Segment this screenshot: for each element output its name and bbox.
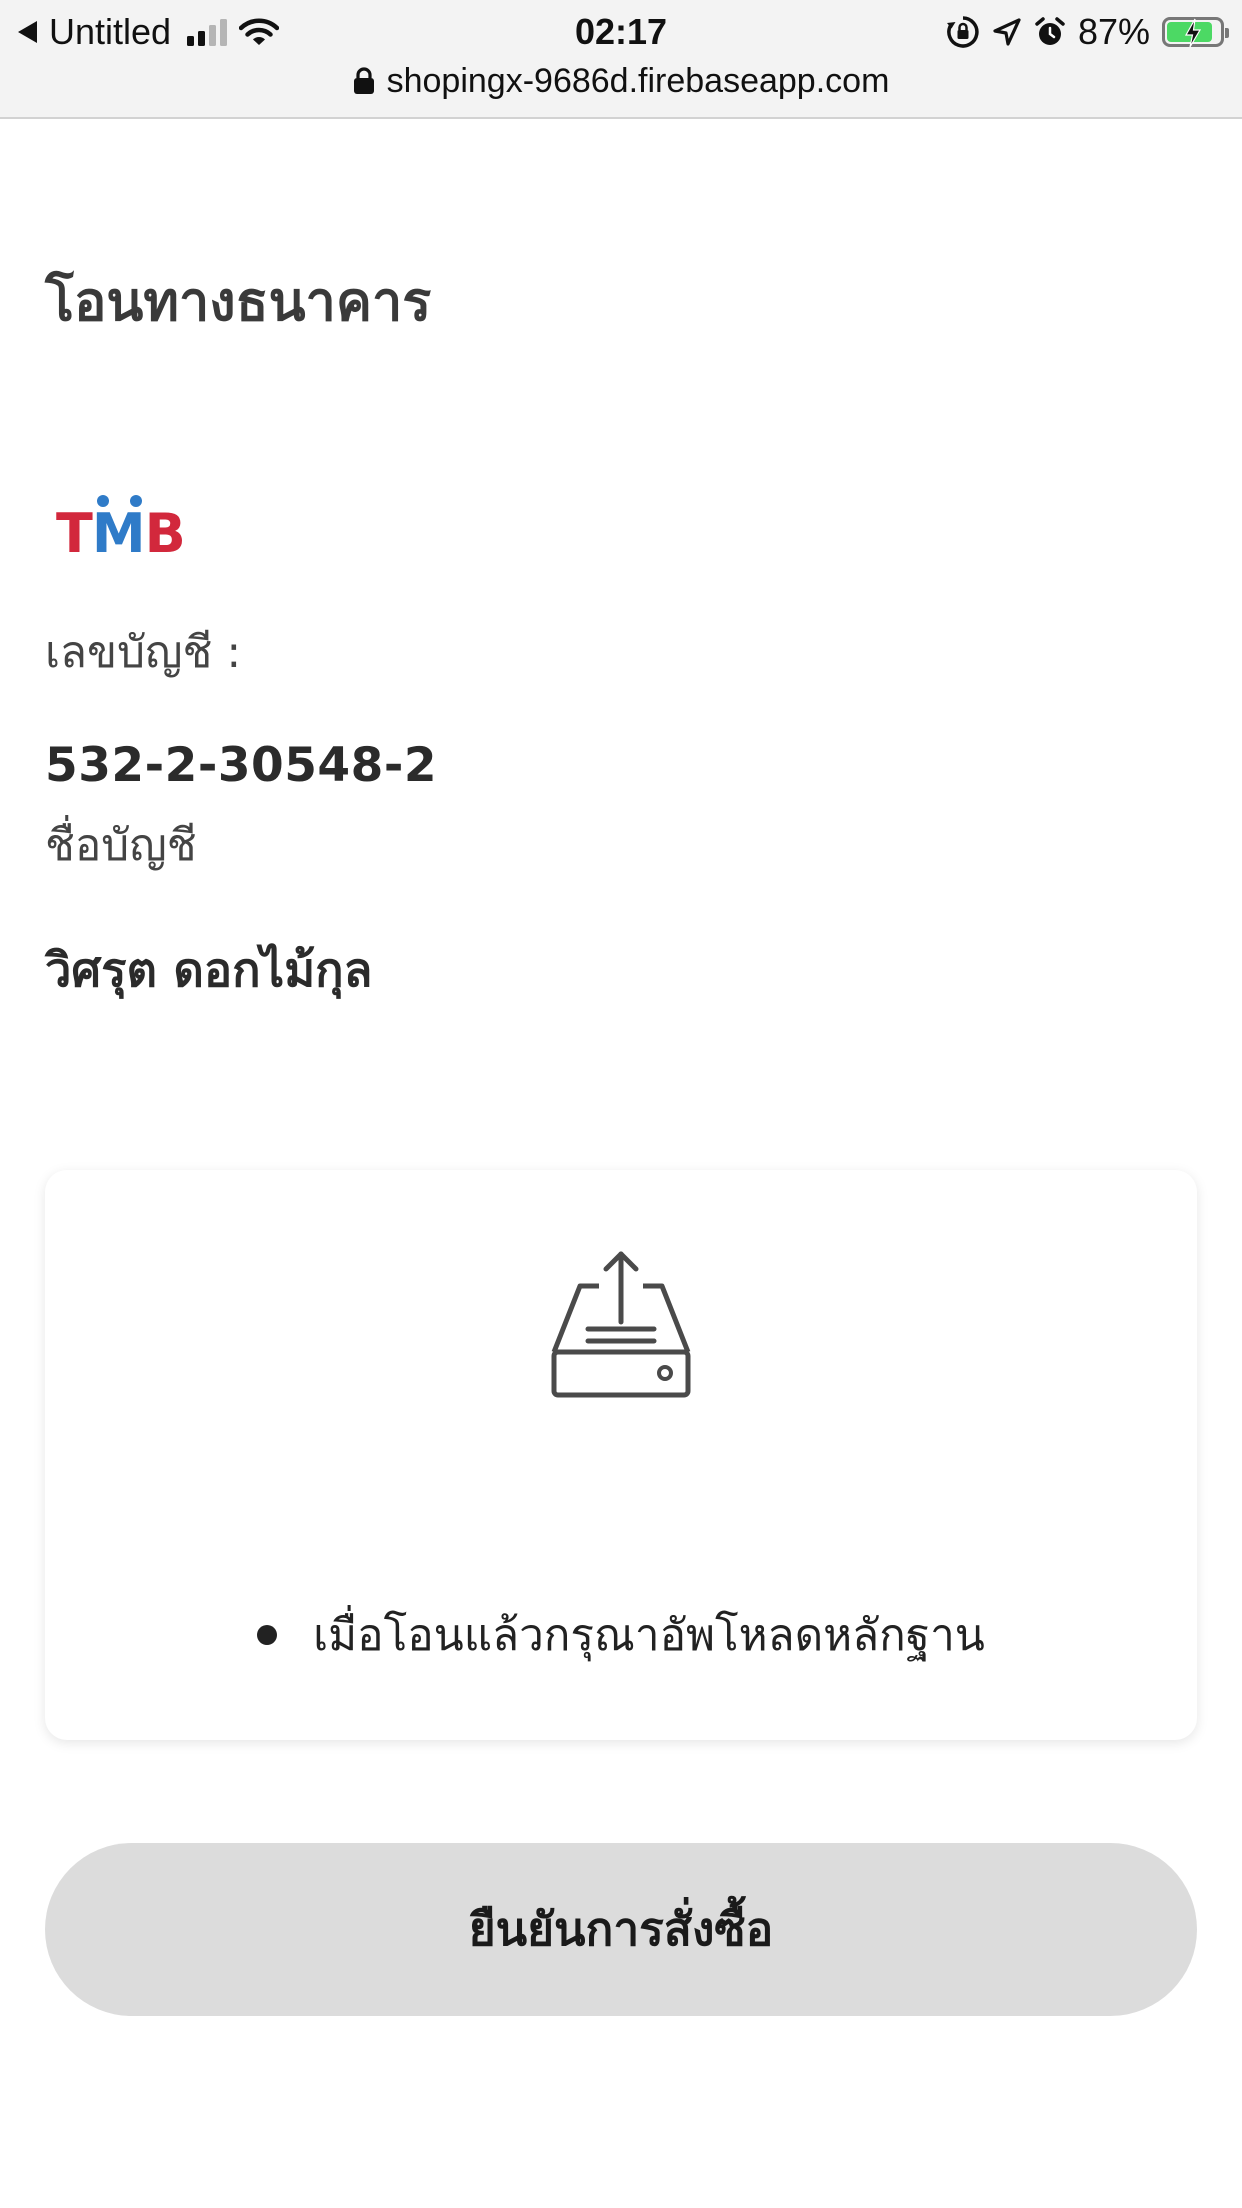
page-title: โอนทางธนาคาร: [45, 270, 432, 333]
upload-proof-dropzone[interactable]: เมื่อโอนแล้วกรุณาอัพโหลดหลักฐาน: [45, 1170, 1197, 1740]
bank-logo-text: TMB: [56, 502, 185, 558]
page-url[interactable]: shopingx-9686d.firebaseapp.com: [387, 62, 890, 101]
status-right: 87%: [946, 8, 1229, 56]
bullet-icon: [257, 1625, 278, 1645]
battery-percentage: 87%: [1077, 11, 1150, 52]
account-name: วิศรุต ดอกไม้กุล: [45, 943, 373, 998]
tmb-bank-logo: TMB: [56, 495, 186, 558]
lock-icon: [353, 67, 374, 94]
upload-tray-icon: [551, 1251, 691, 1398]
address-bar[interactable]: shopingx-9686d.firebaseapp.com: [0, 58, 1242, 104]
browser-chrome: Untitled 02:17 87% shopingx-9686d.fireba…: [0, 0, 1242, 119]
account-name-label: ชื่อบัญชี: [45, 820, 197, 871]
account-number: 532-2-30548-2: [45, 738, 438, 793]
confirm-order-button[interactable]: ยืนยันการสั่งซื้อ: [45, 1843, 1197, 2016]
orientation-lock-icon: [946, 16, 979, 48]
charging-bolt-icon: [1184, 18, 1202, 48]
alarm-clock-icon: [1035, 17, 1065, 45]
upload-hint: เมื่อโอนแล้วกรุณาอัพโหลดหลักฐาน: [45, 1600, 1197, 1670]
account-number-label: เลขบัญชี :: [45, 627, 242, 678]
battery-icon: [1162, 17, 1229, 48]
upload-hint-text: เมื่อโอนแล้วกรุณาอัพโหลดหลักฐาน: [313, 1610, 985, 1661]
location-arrow-icon: [993, 18, 1021, 46]
